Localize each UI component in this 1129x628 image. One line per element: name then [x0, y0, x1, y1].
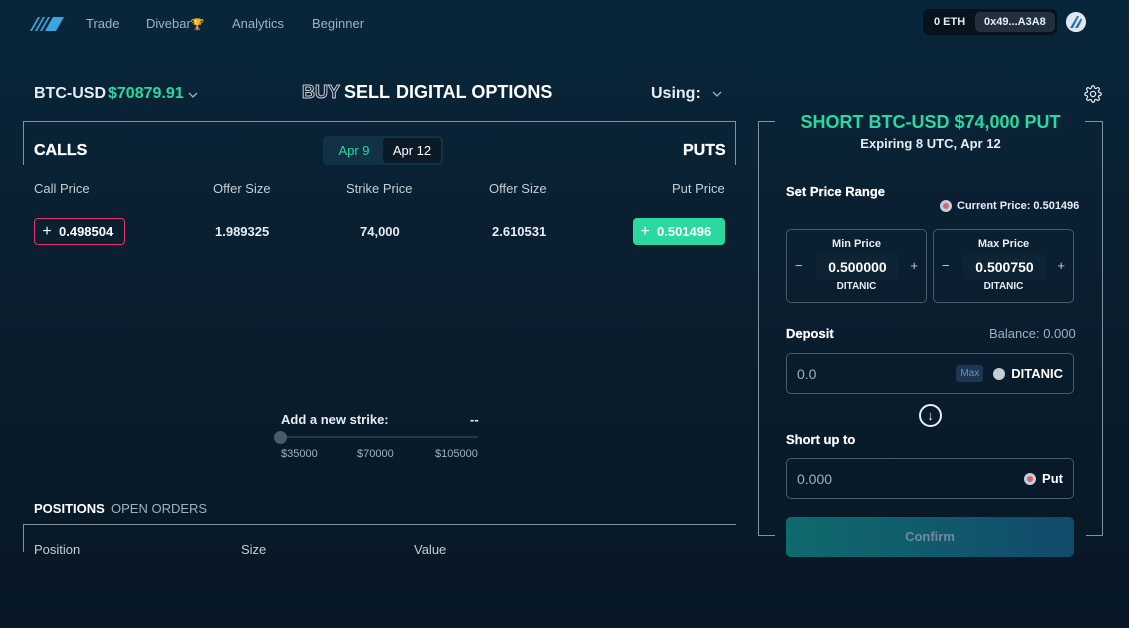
slider-tick: $35000 — [281, 448, 318, 460]
positions-frame — [23, 524, 736, 552]
trophy-icon: 🏆 — [190, 19, 205, 31]
chevron-down-icon[interactable] — [712, 87, 722, 101]
wallet-pill[interactable]: 0 ETH 0x49...A3A8 — [923, 9, 1057, 35]
pair-price: $70879.91 — [108, 85, 184, 102]
nav-divebar-label: Divebar — [146, 16, 191, 31]
col-put-price: Put Price — [672, 181, 725, 196]
deposit-label: Deposit — [786, 326, 834, 341]
max-decrement-button[interactable]: − — [942, 258, 950, 273]
order-expiry: Expiring 8 UTC, Apr 12 — [860, 136, 1001, 151]
min-price-input[interactable]: 0.500000 — [816, 254, 899, 280]
col-position: Position — [34, 542, 81, 557]
chevron-down-icon[interactable] — [188, 88, 198, 102]
max-increment-button[interactable]: + — [1057, 258, 1065, 273]
short-token: Put — [1024, 471, 1073, 486]
min-price-box: Min Price − 0.500000 + DITANIC — [786, 229, 927, 303]
calls-heading: CALLS — [34, 142, 88, 159]
min-decrement-button[interactable]: − — [795, 258, 803, 273]
col-strike-price: Strike Price — [346, 181, 413, 196]
strike-slider-track[interactable] — [281, 436, 478, 438]
nav-divebar[interactable]: Divebar🏆 — [146, 16, 205, 31]
nav-beginner[interactable]: Beginner — [312, 16, 364, 31]
max-price-box: Max Price − 0.500750 + DITANIC — [933, 229, 1074, 303]
tab-open-orders[interactable]: OPEN ORDERS — [111, 501, 207, 516]
deposit-input[interactable]: 0.0 — [787, 366, 956, 382]
plus-icon: + — [640, 222, 650, 240]
col-call-price: Call Price — [34, 181, 90, 196]
tab-apr-9[interactable]: Apr 9 — [325, 138, 383, 163]
call-price-value: 0.498504 — [59, 224, 114, 239]
strike-slider-thumb[interactable] — [274, 431, 287, 444]
avatar[interactable] — [1066, 12, 1086, 32]
min-price-unit: DITANIC — [836, 281, 877, 292]
mode-buy[interactable]: BUY — [301, 82, 340, 103]
arrow-down-icon[interactable]: ↓ — [919, 404, 942, 427]
tab-positions[interactable]: POSITIONS — [34, 501, 105, 516]
slider-tick: $105000 — [435, 448, 478, 460]
col-size: Size — [241, 542, 267, 557]
mode-digital-options[interactable]: DIGITAL OPTIONS — [396, 82, 552, 103]
coin-icon — [1024, 472, 1037, 485]
max-price-unit: DITANIC — [983, 281, 1024, 292]
slider-tick: $70000 — [357, 448, 394, 460]
logo-icon[interactable] — [28, 14, 64, 32]
max-price-label: Max Price — [977, 238, 1030, 250]
coin-icon — [940, 200, 952, 212]
put-price-value: 0.501496 — [657, 224, 712, 239]
gear-icon[interactable] — [1084, 85, 1102, 103]
price-range-label: Set Price Range — [786, 184, 885, 199]
coin-icon — [993, 367, 1006, 380]
nav-trade[interactable]: Trade — [86, 16, 119, 31]
max-price-input[interactable]: 0.500750 — [963, 254, 1046, 280]
col-value: Value — [414, 542, 447, 557]
deposit-field[interactable]: 0.0 Max DITANIC — [786, 353, 1074, 394]
deposit-token-label: DITANIC — [1011, 366, 1063, 381]
wallet-address[interactable]: 0x49...A3A8 — [975, 12, 1055, 32]
min-price-label: Min Price — [832, 238, 881, 250]
expiry-tabs: Apr 9 Apr 12 — [323, 136, 443, 165]
eth-balance: 0 ETH — [934, 16, 966, 28]
min-increment-button[interactable]: + — [910, 258, 918, 273]
col-offer-size-put: Offer Size — [489, 181, 547, 196]
tab-apr-12[interactable]: Apr 12 — [383, 138, 441, 163]
pair-name[interactable]: BTC-USD — [34, 85, 106, 103]
add-strike-label: Add a new strike: — [281, 412, 389, 427]
short-token-label: Put — [1042, 471, 1063, 486]
current-price: Current Price: 0.501496 — [940, 200, 1079, 212]
mode-sell[interactable]: SELL — [344, 82, 390, 103]
col-offer-size-call: Offer Size — [213, 181, 271, 196]
order-title: SHORT BTC-USD $74,000 PUT — [800, 112, 1061, 132]
max-button[interactable]: Max — [956, 365, 984, 382]
confirm-button[interactable]: Confirm — [786, 517, 1074, 557]
current-price-text: Current Price: 0.501496 — [957, 200, 1080, 212]
put-price-button[interactable]: + 0.501496 — [633, 218, 725, 245]
short-input[interactable]: 0.000 — [787, 471, 1024, 487]
put-offer-size: 2.610531 — [492, 224, 547, 239]
using-label[interactable]: Using: — [651, 85, 701, 103]
call-price-button[interactable]: + 0.498504 — [34, 218, 125, 245]
puts-heading: PUTS — [683, 142, 726, 159]
call-offer-size: 1.989325 — [215, 224, 270, 239]
balance-text: Balance: 0.000 — [989, 326, 1076, 341]
short-field[interactable]: 0.000 Put — [786, 458, 1074, 499]
plus-icon: + — [42, 222, 52, 240]
short-label: Short up to — [786, 432, 856, 447]
add-strike-value: -- — [470, 412, 479, 427]
strike-price: 74,000 — [360, 224, 400, 239]
nav-analytics[interactable]: Analytics — [232, 16, 284, 31]
deposit-token[interactable]: DITANIC — [993, 366, 1073, 381]
